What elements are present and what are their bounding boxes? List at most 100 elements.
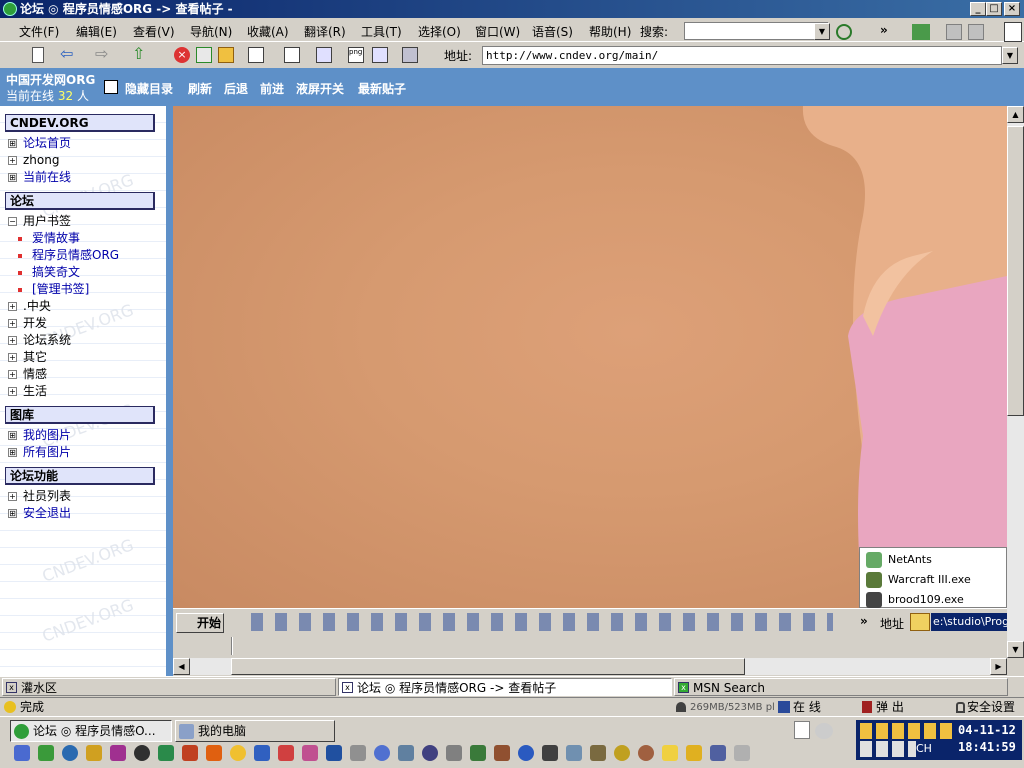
quicklaunch-icon[interactable] [254, 745, 270, 761]
sidebar-group-forum-system[interactable]: + 论坛系统 [8, 332, 71, 348]
hscroll-thumb[interactable] [231, 658, 745, 675]
sidebar-group-other[interactable]: + 其它 [8, 349, 47, 365]
quicklaunch-icon[interactable] [326, 745, 342, 761]
tab-close-icon[interactable]: x [342, 682, 353, 693]
quicklaunch-icon[interactable] [230, 745, 246, 761]
frame-icon[interactable] [372, 47, 388, 63]
new-page-icon[interactable] [32, 47, 44, 63]
menu-favorites[interactable]: 收藏(A) [247, 23, 289, 40]
scroll-left-icon[interactable]: ◀ [173, 658, 190, 675]
quicklaunch-icon[interactable] [206, 745, 222, 761]
quicklaunch-icon[interactable] [686, 745, 702, 761]
quicklaunch-icon[interactable] [734, 745, 750, 761]
quicklaunch-icon[interactable] [182, 745, 198, 761]
address-dropdown-icon[interactable]: ▼ [1002, 47, 1018, 64]
task-forum-window[interactable]: 论坛 ◎ 程序员情感O... [10, 720, 172, 742]
sidebar-item-user-bookmarks[interactable]: − 用户书签 [8, 213, 71, 229]
maximize-button[interactable]: □ [986, 2, 1002, 16]
vertical-scrollbar[interactable]: ▲ ▼ [1007, 106, 1024, 658]
address-input[interactable]: http://www.cndev.org/main/ [482, 46, 1002, 65]
quicklaunch-icon[interactable] [62, 745, 78, 761]
sidebar-group-central[interactable]: + .中央 [8, 298, 51, 314]
nav-hide-directory[interactable]: 隐藏目录 [125, 80, 173, 97]
task-my-computer[interactable]: 我的电脑 [175, 720, 335, 742]
quicklaunch-icon[interactable] [86, 745, 102, 761]
menu-help[interactable]: 帮助(H) [589, 23, 631, 40]
quicklaunch-icon[interactable] [350, 745, 366, 761]
view-icon[interactable] [248, 47, 264, 63]
tray-icons[interactable] [860, 723, 956, 739]
home-icon[interactable] [218, 47, 234, 63]
horizontal-scrollbar[interactable]: ◀ ▶ [173, 658, 1007, 675]
popup-item-warcraft[interactable]: Warcraft III.exe [864, 570, 971, 590]
quicklaunch-icon[interactable] [134, 745, 150, 761]
quicklaunch-icon[interactable] [374, 745, 390, 761]
quicklaunch-icon[interactable] [38, 745, 54, 761]
nav-back[interactable]: 后退 [224, 80, 248, 97]
search-dropdown-icon[interactable]: ▼ [814, 23, 830, 40]
window-icon[interactable] [284, 47, 300, 63]
network-icon[interactable] [815, 723, 833, 739]
scroll-down-icon[interactable]: ▼ [1007, 641, 1024, 658]
quicklaunch-icon[interactable] [590, 745, 606, 761]
embedded-address-input[interactable]: e:\studio\Progra [931, 613, 1007, 631]
close-button[interactable]: × [1004, 2, 1020, 16]
quicklaunch-icon[interactable] [14, 745, 30, 761]
menu-more-chevron[interactable]: » [880, 23, 888, 37]
back-arrow-icon[interactable]: ⇦ [60, 46, 76, 63]
sidebar-group-life[interactable]: + 生活 [8, 383, 47, 399]
quicklaunch-icon[interactable] [398, 745, 414, 761]
status-online[interactable]: 在 线 [793, 700, 821, 715]
menu-options[interactable]: 选择(O) [418, 23, 461, 40]
sidebar-group-develop[interactable]: + 开发 [8, 315, 47, 331]
menu-window[interactable]: 窗口(W) [475, 23, 520, 40]
stop-icon[interactable]: × [174, 47, 190, 63]
minimize-button[interactable]: _ [970, 2, 986, 16]
status-popup[interactable]: 弹 出 [876, 700, 904, 715]
sidebar-item-forum-home[interactable]: ⊞ 论坛首页 [8, 135, 71, 151]
nav-latest-posts[interactable]: 最新贴子 [358, 80, 406, 97]
add-user-icon[interactable] [912, 24, 930, 40]
quicklaunch-icon[interactable] [542, 745, 558, 761]
quicklaunch-icon[interactable] [614, 745, 630, 761]
status-security[interactable]: 安全设置 [967, 700, 1015, 715]
tray-icons[interactable] [860, 741, 916, 757]
sidebar-item-all-images[interactable]: ⊞ 所有图片 [8, 444, 71, 460]
image-toggle-icon[interactable]: png [348, 47, 364, 63]
sidebar-item-logout[interactable]: ⊞ 安全退出 [8, 505, 71, 521]
quicklaunch-icon[interactable] [638, 745, 654, 761]
input-language[interactable]: CH [916, 742, 932, 755]
tab-water-zone[interactable]: x 灌水区 [2, 678, 336, 696]
sidebar-item-my-images[interactable]: ⊞ 我的图片 [8, 427, 71, 443]
bookmark-funny[interactable]: 搞笑奇文 [18, 264, 80, 280]
quicklaunch-icon[interactable] [158, 745, 174, 761]
menu-edit[interactable]: 编辑(E) [76, 23, 117, 40]
forward-arrow-icon[interactable]: ⇨ [95, 46, 111, 63]
menu-view[interactable]: 查看(V) [133, 23, 175, 40]
menu-translate[interactable]: 翻译(R) [304, 23, 346, 40]
popup-item-netants[interactable]: NetAnts [864, 550, 932, 570]
sidebar-item-member-list[interactable]: + 社员列表 [8, 488, 71, 504]
quicklaunch-icon[interactable] [710, 745, 726, 761]
embedded-more-chevron[interactable]: » [860, 614, 868, 628]
scroll-up-icon[interactable]: ▲ [1007, 106, 1024, 123]
nav-forward[interactable]: 前进 [260, 80, 284, 97]
quicklaunch-icon[interactable] [110, 745, 126, 761]
bookmark-manage[interactable]: [管理书签] [18, 281, 89, 297]
quicklaunch-icon[interactable] [422, 745, 438, 761]
close-all-icon[interactable] [968, 24, 984, 40]
tab-current-post[interactable]: x 论坛 ◎ 程序员情感ORG -> 查看帖子 [338, 678, 672, 696]
quicklaunch-icon[interactable] [302, 745, 318, 761]
nav-refresh[interactable]: 刷新 [188, 80, 212, 97]
menu-file[interactable]: 文件(F) [19, 23, 59, 40]
quick-launch-icons[interactable] [245, 613, 833, 631]
search-go-icon[interactable] [836, 24, 852, 40]
users-icon[interactable] [402, 47, 418, 63]
refresh-icon[interactable] [196, 47, 212, 63]
quicklaunch-icon[interactable] [494, 745, 510, 761]
desktop-icon[interactable] [794, 721, 810, 739]
quicklaunch-icon[interactable] [662, 745, 678, 761]
quicklaunch-icon[interactable] [470, 745, 486, 761]
menu-navigate[interactable]: 导航(N) [190, 23, 232, 40]
up-arrow-icon[interactable]: ⇧ [132, 46, 148, 63]
